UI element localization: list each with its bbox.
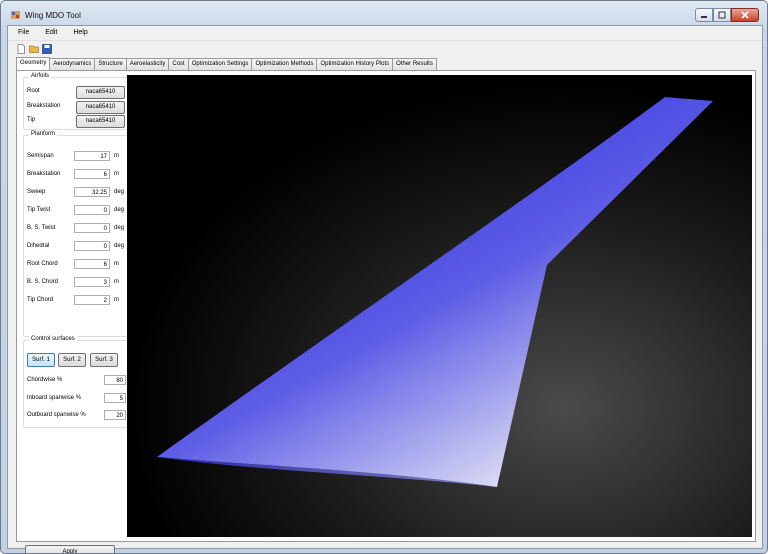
menu-help[interactable]: Help	[63, 26, 93, 40]
tab-optimization-settings[interactable]: Optimization Settings	[187, 58, 253, 70]
sweep-label: Sweep	[27, 189, 46, 195]
new-document-icon[interactable]	[16, 44, 26, 54]
bs-twist-label: B. S. Twist	[27, 225, 56, 231]
tip-chord-input[interactable]: 2	[74, 295, 110, 305]
root-airfoil-button[interactable]: naca65410	[76, 86, 125, 99]
window-title: Wing MDO Tool	[25, 11, 81, 20]
dihedral-input[interactable]: 0	[74, 241, 110, 251]
bs-chord-label: B. S. Chord	[27, 279, 59, 285]
open-folder-icon[interactable]	[29, 44, 39, 54]
maximize-icon	[718, 11, 726, 19]
tab-aeroelasticity[interactable]: Aeroelasticity	[125, 58, 170, 70]
root-chord-input[interactable]: 6	[74, 259, 110, 269]
breakstation-input[interactable]: 6	[74, 169, 110, 179]
breakstation-airfoil-label: Breakstation	[27, 103, 61, 109]
minimize-button[interactable]	[695, 8, 713, 22]
inboard-spanwise-input[interactable]: 5	[104, 393, 126, 403]
tab-structure[interactable]: Structure	[94, 58, 127, 70]
semispan-unit: m	[114, 153, 119, 159]
close-button[interactable]	[731, 8, 759, 22]
sweep-unit: deg	[114, 189, 125, 195]
breakstation-unit: m	[114, 171, 119, 177]
apply-button[interactable]: Apply	[25, 545, 115, 553]
app-window: Wing MDO Tool File Edit Help Geometry Ae…	[0, 0, 768, 554]
maximize-button[interactable]	[713, 8, 731, 22]
title-bar: Wing MDO Tool	[1, 1, 767, 23]
menu-bar: File Edit Help	[8, 26, 762, 40]
planform-group: Planform Semispan 17 m Breakstation 6 m …	[23, 131, 129, 337]
toolbar	[8, 40, 762, 57]
bs-chord-unit: m	[114, 279, 119, 285]
tab-optimization-methods[interactable]: Optimization Methods	[251, 58, 318, 70]
root-chord-label: Root Chord	[27, 261, 58, 267]
client-area: File Edit Help Geometry Aerodynamics Str…	[7, 25, 763, 553]
airfoils-group-title: Airfoils	[29, 73, 52, 79]
menu-file[interactable]: File	[8, 26, 35, 40]
root-chord-unit: m	[114, 261, 119, 267]
outboard-spanwise-input[interactable]: 20	[104, 410, 126, 420]
breakstation-airfoil-button[interactable]: naca65410	[76, 101, 125, 114]
chordwise-input[interactable]: 80	[104, 375, 126, 385]
wing-3d-viewport[interactable]	[127, 75, 752, 537]
planform-group-title: Planform	[29, 131, 58, 137]
tab-strip: Geometry Aerodynamics Structure Aeroelas…	[16, 57, 437, 70]
tab-aerodynamics[interactable]: Aerodynamics	[49, 58, 96, 70]
close-icon	[741, 11, 749, 19]
semispan-label: Semispan	[27, 153, 54, 159]
tip-twist-input[interactable]: 0	[74, 205, 110, 215]
chordwise-label: Chordwise %	[27, 377, 63, 383]
tab-cost[interactable]: Cost	[168, 58, 189, 70]
breakstation-label: Breakstation	[27, 171, 61, 177]
geometry-input-panel: Airfoils Root naca65410 Breakstation nac…	[17, 71, 129, 553]
menu-edit[interactable]: Edit	[35, 26, 63, 40]
tip-twist-unit: deg	[114, 207, 125, 213]
surf-2-button[interactable]: Surf. 2	[58, 353, 86, 367]
bs-twist-unit: deg	[114, 225, 125, 231]
airfoils-group: Airfoils Root naca65410 Breakstation nac…	[23, 73, 129, 130]
tab-optimization-history-plots[interactable]: Optimization History Plots	[316, 58, 394, 70]
tab-geometry[interactable]: Geometry	[16, 57, 51, 70]
app-icon	[11, 11, 20, 19]
control-surfaces-group-title: Control surfaces	[29, 336, 77, 342]
geometry-tab-page: Airfoils Root naca65410 Breakstation nac…	[16, 70, 756, 553]
root-airfoil-label: Root	[27, 88, 40, 94]
minimize-icon	[701, 16, 707, 18]
tip-chord-unit: m	[114, 297, 119, 303]
dihedral-unit: deg	[114, 243, 125, 249]
surf-3-button[interactable]: Surf. 3	[90, 353, 118, 367]
outboard-spanwise-label: Outboard spanwise %	[27, 412, 86, 418]
tip-twist-label: Tip Twist	[27, 207, 51, 213]
tip-airfoil-label: Tip	[27, 117, 36, 123]
wing-render	[127, 75, 752, 537]
semispan-input[interactable]: 17	[74, 151, 110, 161]
save-disk-icon[interactable]	[42, 44, 52, 54]
dihedral-label: Dihedral	[27, 243, 50, 249]
control-surfaces-group: Control surfaces Surf. 1 Surf. 2 Surf. 3…	[23, 336, 129, 428]
bs-chord-input[interactable]: 3	[74, 277, 110, 287]
tip-chord-label: Tip Chord	[27, 297, 54, 303]
tab-other-results[interactable]: Other Results	[392, 58, 437, 70]
sweep-input[interactable]: 32.25	[74, 187, 110, 197]
surf-1-button[interactable]: Surf. 1	[27, 353, 55, 367]
inboard-spanwise-label: Inboard spanwise %	[27, 395, 82, 401]
tip-airfoil-button[interactable]: naca65410	[76, 115, 125, 128]
bs-twist-input[interactable]: 0	[74, 223, 110, 233]
